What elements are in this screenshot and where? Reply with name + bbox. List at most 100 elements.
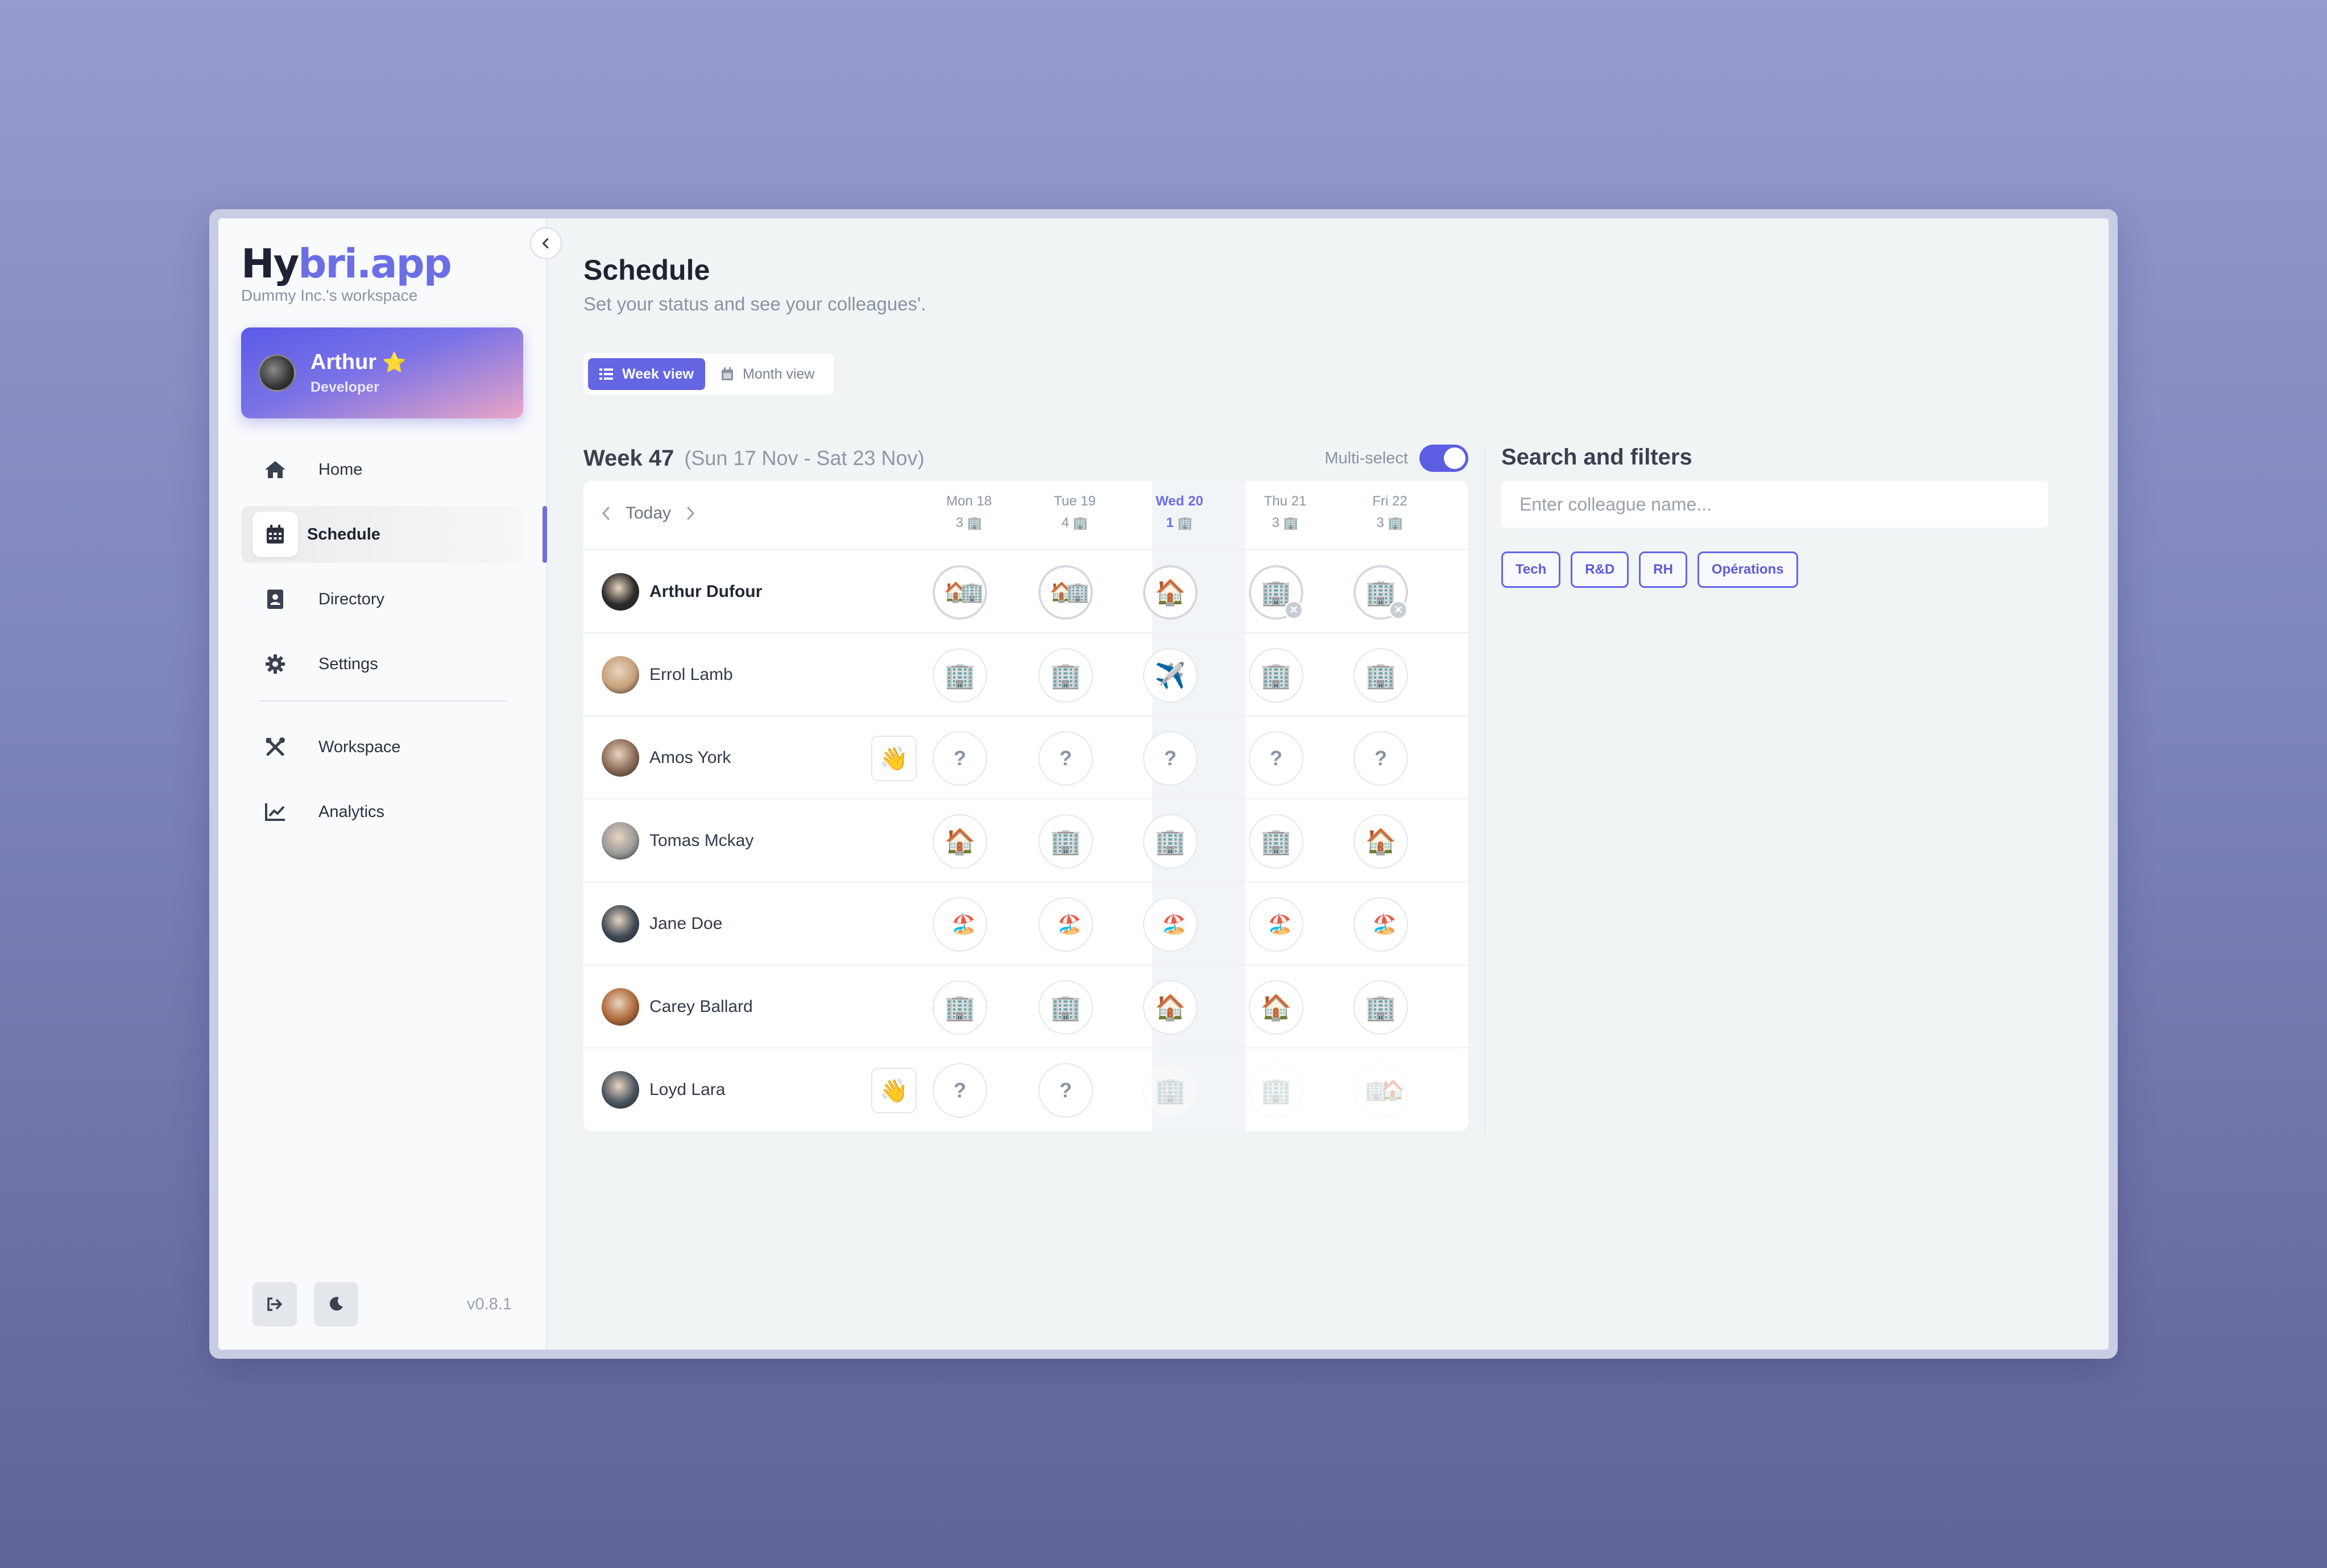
avatar bbox=[258, 354, 296, 392]
colleague[interactable]: Jane Doe bbox=[602, 905, 722, 943]
status-cell[interactable]: 🏠 bbox=[933, 814, 987, 869]
status-cell[interactable]: 🏢 bbox=[1038, 814, 1093, 869]
status-cell[interactable]: 🏢 bbox=[1038, 648, 1093, 703]
nav-analytics[interactable]: Analytics bbox=[241, 783, 523, 840]
nav-schedule[interactable]: Schedule bbox=[241, 506, 547, 563]
status-cell[interactable]: 🏖️ bbox=[933, 897, 987, 952]
status-cell[interactable]: 🏢 × bbox=[1249, 565, 1303, 620]
status-cell[interactable]: ? bbox=[1143, 731, 1198, 786]
colleague-name: Jane Doe bbox=[649, 914, 723, 933]
status-cell[interactable]: 🏢 bbox=[1249, 1063, 1303, 1118]
day-header[interactable]: Wed 20 1 🏢 bbox=[1133, 493, 1226, 531]
avatar bbox=[602, 1071, 639, 1109]
month-view-button[interactable]: Month view bbox=[710, 358, 826, 390]
nav-divider bbox=[258, 700, 506, 702]
status-cell[interactable]: 🏢🏠 bbox=[1353, 1063, 1408, 1118]
status-cell[interactable]: 🏢 bbox=[1143, 814, 1198, 869]
remove-status-icon[interactable]: × bbox=[1284, 600, 1303, 620]
status-cell[interactable]: 🏢 bbox=[1353, 980, 1408, 1035]
avatar bbox=[602, 739, 639, 777]
filter-tag[interactable]: Opérations bbox=[1697, 551, 1798, 588]
office-icon: 🏢 bbox=[1072, 516, 1088, 530]
table-row: Carey Ballard 🏢 🏢 🏠 🏠 🏢 bbox=[583, 965, 1468, 1048]
nav-directory[interactable]: Directory bbox=[241, 571, 523, 628]
chevron-left-icon bbox=[542, 238, 549, 248]
nav-workspace[interactable]: Workspace bbox=[241, 719, 523, 775]
chevron-right-icon[interactable] bbox=[685, 505, 696, 521]
status-cell[interactable]: 🏖️ bbox=[1249, 897, 1303, 952]
colleague[interactable]: Loyd Lara bbox=[602, 1071, 725, 1109]
colleague[interactable]: Errol Lamb bbox=[602, 656, 733, 694]
dark-mode-button[interactable] bbox=[314, 1282, 358, 1326]
status-cell[interactable]: ? bbox=[933, 1063, 987, 1118]
avatar bbox=[602, 988, 639, 1026]
status-cell[interactable]: 🏠 bbox=[1353, 814, 1408, 869]
status-cell[interactable]: 🏠 bbox=[1143, 980, 1198, 1035]
app-version: v0.8.1 bbox=[467, 1295, 512, 1313]
colleague-name: Loyd Lara bbox=[649, 1080, 726, 1099]
status-cell[interactable]: ✈️ bbox=[1143, 648, 1198, 703]
status-icon: 🏢 bbox=[944, 994, 976, 1022]
status-icon: 🏢 bbox=[944, 662, 976, 690]
filter-tag[interactable]: R&D bbox=[1571, 551, 1629, 588]
status-cell[interactable]: 🏠 bbox=[1143, 565, 1198, 620]
day-header[interactable]: Mon 18 3 🏢 bbox=[922, 493, 1016, 531]
filter-tag[interactable]: RH bbox=[1639, 551, 1687, 588]
status-cell[interactable]: 🏠🏢 bbox=[1038, 565, 1093, 620]
today-button[interactable]: Today bbox=[626, 504, 671, 523]
colleague[interactable]: Arthur Dufour bbox=[602, 573, 762, 611]
collapse-sidebar-button[interactable] bbox=[530, 227, 562, 259]
colleague-search-input[interactable] bbox=[1501, 481, 2048, 528]
remove-status-icon[interactable]: × bbox=[1389, 600, 1408, 620]
day-header[interactable]: Thu 21 3 🏢 bbox=[1239, 493, 1332, 531]
user-profile-card[interactable]: Arthur ⭐ Developer bbox=[241, 327, 523, 418]
day-label: Thu 21 bbox=[1264, 493, 1307, 509]
status-cell[interactable]: 🏢 × bbox=[1353, 565, 1408, 620]
wave-button[interactable]: 👋 bbox=[871, 1068, 917, 1113]
logout-button[interactable] bbox=[252, 1282, 297, 1326]
status-cell[interactable]: 🏢 bbox=[1249, 814, 1303, 869]
status-cell[interactable]: 🏢 bbox=[933, 648, 987, 703]
colleague[interactable]: Amos York bbox=[602, 739, 731, 777]
status-cell[interactable]: ? bbox=[1249, 731, 1303, 786]
contact-book-icon bbox=[264, 588, 287, 611]
status-cell[interactable]: 🏖️ bbox=[1038, 897, 1093, 952]
status-icon: 🏖️ bbox=[1162, 914, 1187, 935]
colleague[interactable]: Carey Ballard bbox=[602, 988, 753, 1026]
office-count-value: 1 bbox=[1166, 515, 1174, 530]
status-cell[interactable]: 🏠 bbox=[1249, 980, 1303, 1035]
status-cell[interactable]: 🏠🏢 bbox=[933, 565, 987, 620]
multi-select-toggle[interactable] bbox=[1419, 445, 1468, 472]
wave-button[interactable]: 👋 bbox=[871, 736, 917, 781]
office-count-value: 3 bbox=[955, 515, 963, 530]
week-view-button[interactable]: Week view bbox=[588, 358, 706, 390]
status-cell[interactable]: 🏢 bbox=[1038, 980, 1093, 1035]
office-icon: 🏢 bbox=[1387, 516, 1403, 530]
day-header[interactable]: Tue 19 4 🏢 bbox=[1028, 493, 1121, 531]
day-header[interactable]: Fri 22 3 🏢 bbox=[1343, 493, 1436, 531]
office-count-value: 3 bbox=[1272, 515, 1280, 530]
status-cell[interactable]: ? bbox=[1038, 1063, 1093, 1118]
status-cell[interactable]: ? bbox=[933, 731, 987, 786]
nav-settings[interactable]: Settings bbox=[241, 636, 523, 692]
status-cell[interactable]: 🏖️ bbox=[1143, 897, 1198, 952]
status-icon: 🏢 bbox=[1154, 1077, 1186, 1105]
nav-home[interactable]: Home bbox=[241, 441, 523, 498]
status-cell[interactable]: 🏢 bbox=[1143, 1063, 1198, 1118]
colleague-name: Amos York bbox=[649, 748, 731, 767]
chevron-left-icon[interactable] bbox=[601, 505, 612, 521]
schedule-header-row: Today Mon 18 3 🏢 Tue 19 4 🏢 Wed 20 1 🏢 Thu 21 … bbox=[583, 481, 1468, 550]
filter-tag[interactable]: Tech bbox=[1501, 551, 1561, 588]
status-cell[interactable]: 🏢 bbox=[1249, 648, 1303, 703]
status-icon: 🏠 bbox=[1365, 828, 1397, 856]
colleague-name: Carey Ballard bbox=[649, 997, 753, 1016]
panel-divider bbox=[1484, 446, 1485, 1134]
nav-home-label: Home bbox=[318, 460, 363, 479]
status-cell[interactable]: 🏢 bbox=[933, 980, 987, 1035]
status-icon: 🏢🏠 bbox=[1364, 1080, 1405, 1101]
status-cell[interactable]: ? bbox=[1353, 731, 1408, 786]
status-cell[interactable]: 🏢 bbox=[1353, 648, 1408, 703]
status-cell[interactable]: 🏖️ bbox=[1353, 897, 1408, 952]
status-cell[interactable]: ? bbox=[1038, 731, 1093, 786]
colleague[interactable]: Tomas Mckay bbox=[602, 822, 753, 860]
